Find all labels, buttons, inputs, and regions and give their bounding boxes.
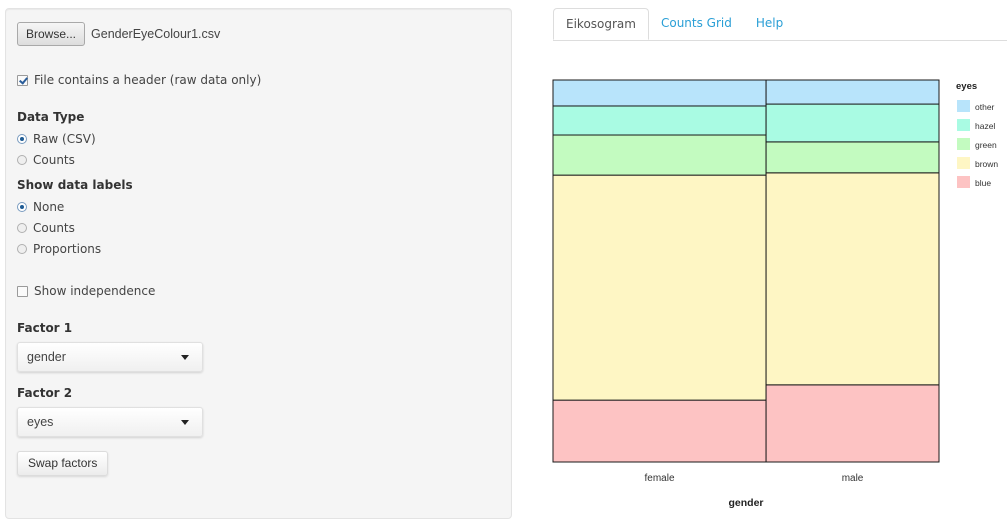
legend: other hazel green brown blue bbox=[957, 100, 998, 188]
x-axis-title: gender bbox=[728, 497, 763, 509]
x-tick-labels: female male bbox=[645, 473, 864, 484]
legend-swatch-other bbox=[957, 100, 970, 112]
segment-male-blue bbox=[765, 384, 940, 463]
segment-male-hazel bbox=[765, 103, 940, 143]
legend-swatch-green bbox=[957, 138, 970, 150]
legend-swatch-blue bbox=[957, 176, 970, 188]
segment-female-green bbox=[552, 134, 767, 176]
segment-female-other bbox=[552, 79, 767, 107]
segment-female-brown bbox=[552, 174, 767, 401]
legend-label-brown: brown bbox=[975, 159, 998, 169]
segment-male-other bbox=[765, 79, 940, 105]
segment-female-hazel bbox=[552, 105, 767, 136]
x-tick-label-male: male bbox=[842, 473, 864, 484]
segment-male-green bbox=[765, 141, 940, 174]
legend-swatch-brown bbox=[957, 157, 970, 169]
segment-male-brown bbox=[765, 172, 940, 386]
segment-female-blue bbox=[552, 399, 767, 463]
legend-swatch-hazel bbox=[957, 119, 970, 131]
legend-title: eyes bbox=[956, 81, 977, 92]
legend-label-green: green bbox=[975, 140, 997, 150]
x-tick-label-female: female bbox=[645, 473, 675, 484]
legend-label-hazel: hazel bbox=[975, 121, 995, 131]
chart-bars bbox=[552, 79, 940, 463]
legend-label-blue: blue bbox=[975, 178, 991, 188]
eikosogram-chart: female male gender eyes other hazel green b… bbox=[552, 79, 998, 509]
legend-label-other: other bbox=[975, 102, 995, 112]
